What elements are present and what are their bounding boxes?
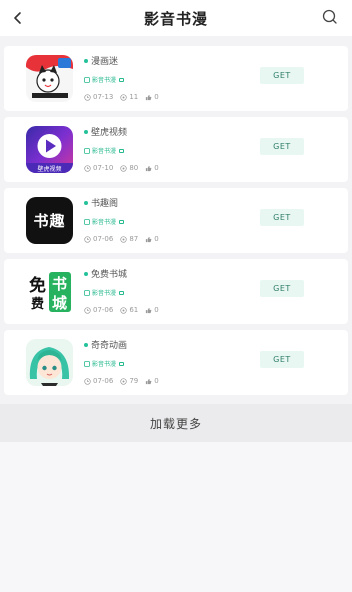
manhuami-app-icon xyxy=(26,55,73,102)
get-button[interactable]: GET xyxy=(260,138,304,155)
thumbs-up-icon xyxy=(146,307,152,313)
app-name: 漫画迷 xyxy=(84,55,166,67)
thumbs-up-icon xyxy=(146,378,152,384)
date-stat: 07-10 xyxy=(84,164,113,172)
likes-stat: 0 xyxy=(145,377,159,385)
likes-stat: 0 xyxy=(145,306,159,314)
clock-icon xyxy=(84,164,91,172)
back-button[interactable] xyxy=(6,6,30,30)
date-stat: 07-06 xyxy=(84,377,113,385)
app-icon-caption: 壁虎视频 xyxy=(37,166,62,173)
get-button[interactable]: GET xyxy=(260,280,304,297)
search-icon xyxy=(322,9,337,24)
date-stat: 07-13 xyxy=(84,93,113,101)
shuqu-app-icon: 书趣 xyxy=(26,197,73,244)
app-tag: 影音书漫 xyxy=(84,146,166,155)
folder-icon xyxy=(119,148,125,153)
clock-icon xyxy=(84,235,91,243)
folder-icon xyxy=(119,361,125,366)
views-stat: 87 xyxy=(120,235,138,243)
tag-icon xyxy=(84,218,90,225)
clock-icon xyxy=(84,377,91,385)
folder-icon xyxy=(119,77,125,82)
app-card[interactable]: 书趣 书趣阁 影音书漫 07-06 87 0 GET xyxy=(4,188,348,253)
app-tag: 影音书漫 xyxy=(84,75,166,84)
views-stat: 11 xyxy=(120,93,138,101)
free-bookstore-app-icon: 免 费 书 城 xyxy=(26,268,73,315)
thumbs-up-icon xyxy=(146,165,152,171)
get-button[interactable]: GET xyxy=(260,209,304,226)
app-tag: 影音书漫 xyxy=(84,359,166,368)
thumbs-up-icon xyxy=(146,94,152,100)
tag-icon xyxy=(84,76,90,83)
chevron-left-icon xyxy=(14,12,21,24)
eye-icon xyxy=(120,164,127,172)
app-icon-text-right: 书 xyxy=(52,275,68,293)
bihu-video-app-icon: 壁虎视频 xyxy=(26,126,73,173)
header-bar: 影音书漫 xyxy=(0,0,352,36)
views-stat: 61 xyxy=(120,306,138,314)
qiqi-anime-app-icon xyxy=(26,339,73,386)
tag-icon xyxy=(84,289,90,296)
app-card[interactable]: 漫画迷 影音书漫 07-13 11 0 GET xyxy=(4,46,348,111)
thumbs-up-icon xyxy=(146,236,152,242)
app-icon-text-right2: 城 xyxy=(52,294,68,312)
get-button[interactable]: GET xyxy=(260,351,304,368)
app-name: 奇奇动画 xyxy=(84,339,166,351)
app-icon-text: 书趣 xyxy=(33,212,66,230)
app-name: 壁虎视频 xyxy=(84,126,166,138)
load-more-button[interactable]: 加载更多 xyxy=(0,404,352,442)
app-card[interactable]: 壁虎视频 壁虎视频 影音书漫 07-10 80 0 GET xyxy=(4,117,348,182)
app-card[interactable]: 奇奇动画 影音书漫 07-06 79 0 GET xyxy=(4,330,348,395)
views-stat: 79 xyxy=(120,377,138,385)
eye-icon xyxy=(120,93,127,101)
app-name: 免费书城 xyxy=(84,268,166,280)
app-tag: 影音书漫 xyxy=(84,217,166,226)
search-button[interactable] xyxy=(318,5,342,29)
app-card[interactable]: 免 费 书 城 免费书城 影音书漫 07-06 61 0 GET xyxy=(4,259,348,324)
get-button[interactable]: GET xyxy=(260,67,304,84)
folder-icon xyxy=(119,290,125,295)
likes-stat: 0 xyxy=(145,235,159,243)
tag-icon xyxy=(84,360,90,367)
date-stat: 07-06 xyxy=(84,235,113,243)
eye-icon xyxy=(120,235,127,243)
app-name: 书趣阁 xyxy=(84,197,166,209)
folder-icon xyxy=(119,219,125,224)
app-icon-text-left2: 费 xyxy=(31,297,45,312)
eye-icon xyxy=(120,306,127,314)
eye-icon xyxy=(120,377,127,385)
clock-icon xyxy=(84,93,91,101)
empty-area xyxy=(0,442,352,592)
date-stat: 07-06 xyxy=(84,306,113,314)
likes-stat: 0 xyxy=(145,164,159,172)
app-tag: 影音书漫 xyxy=(84,288,166,297)
views-stat: 80 xyxy=(120,164,138,172)
likes-stat: 0 xyxy=(145,93,159,101)
app-list: 漫画迷 影音书漫 07-13 11 0 GET 壁虎视频 壁虎视频 影音书漫 0… xyxy=(0,46,352,401)
page-title: 影音书漫 xyxy=(143,9,208,28)
clock-icon xyxy=(84,306,91,314)
tag-icon xyxy=(84,147,90,154)
